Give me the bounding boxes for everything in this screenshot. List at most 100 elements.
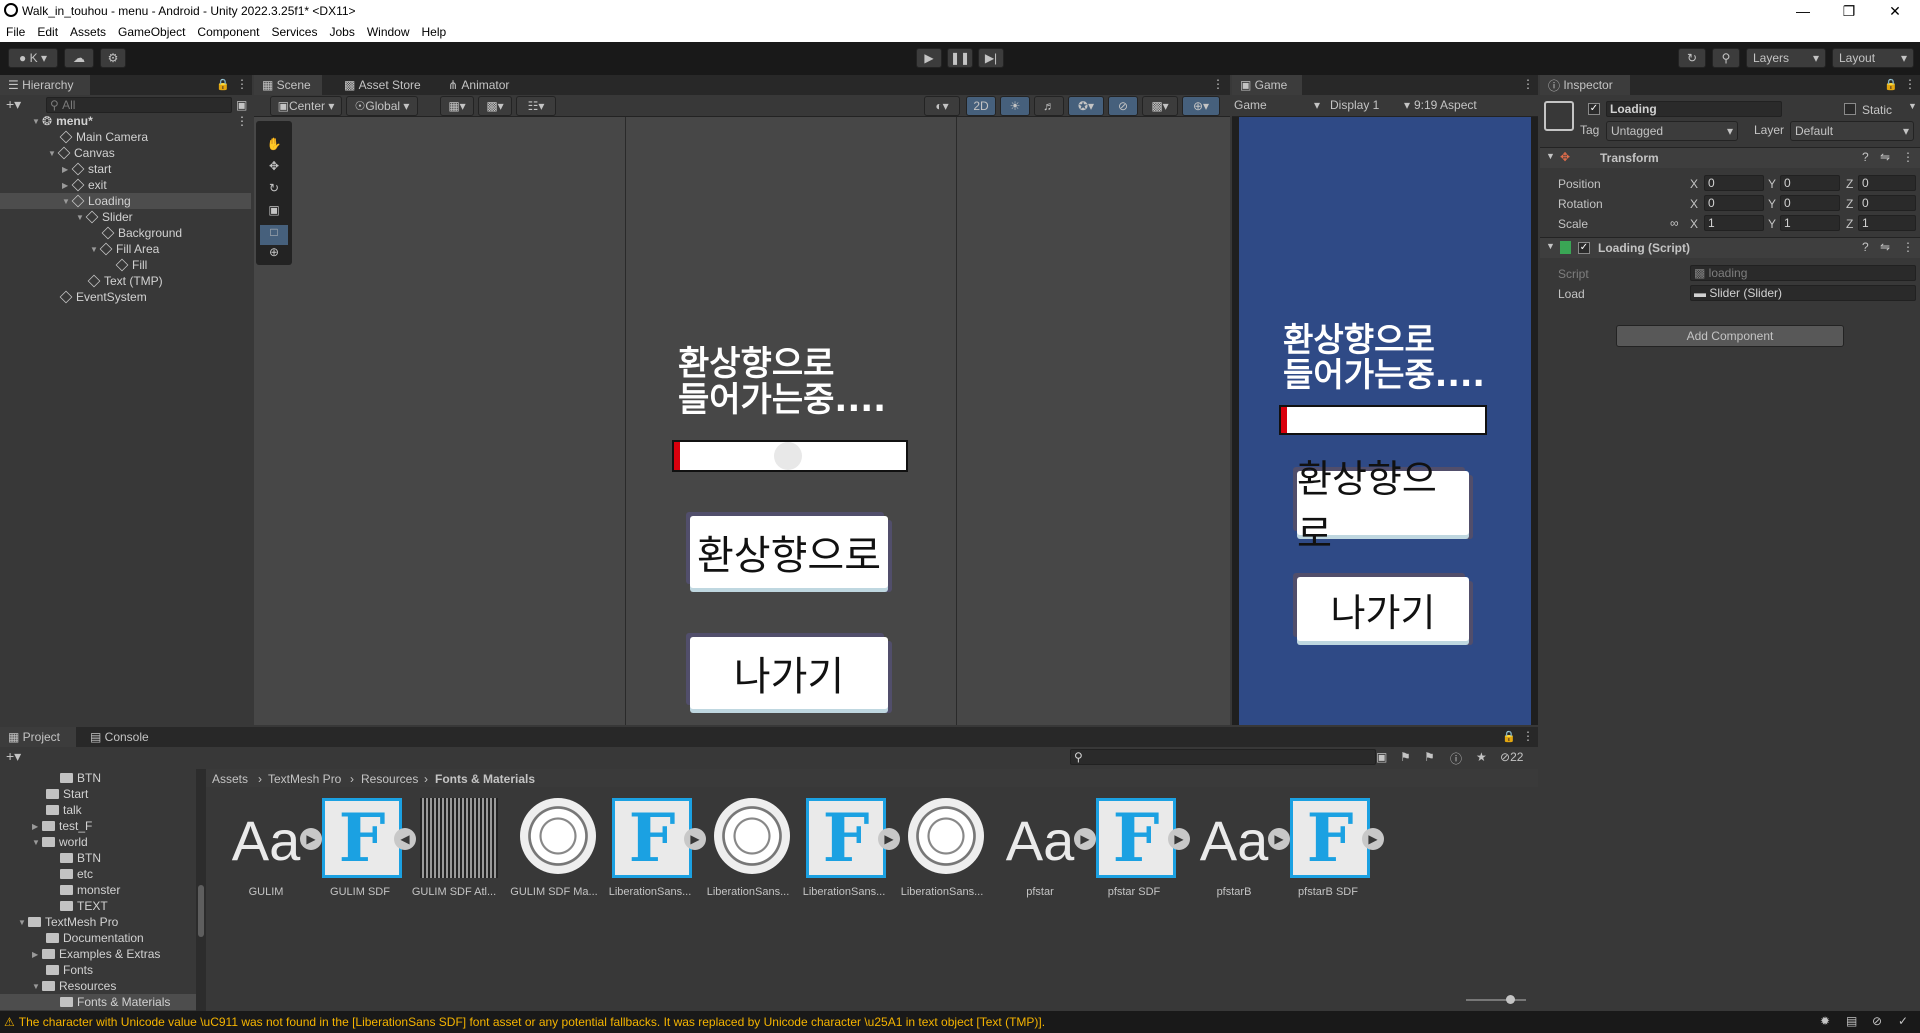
fold-arrow-icon[interactable]: ▼ [90,245,100,254]
display-dropdown[interactable]: Display 1 ▾ [1330,98,1410,112]
tree-scrollbar[interactable] [196,769,206,1011]
scale-x-field[interactable]: 1 [1704,215,1764,231]
tree-item-text[interactable]: TEXT [60,898,108,914]
fold-arrow-icon[interactable]: ▼ [62,197,72,206]
rotate-tool-icon[interactable]: ↻ [260,181,288,201]
transform-header[interactable]: ▼ ✥ Transform ? ⇋ ⋮ [1540,148,1920,168]
help-icon[interactable]: ? [1862,150,1869,164]
icon-size-slider[interactable] [1466,999,1526,1001]
progress-check-icon[interactable]: ✓ [1898,1014,1908,1028]
kebab-menu-icon[interactable]: ⋮ [236,114,248,128]
lock-icon[interactable]: 🔒 [216,78,230,91]
menu-assets[interactable]: Assets [64,25,112,39]
hierarchy-item-exit[interactable]: ▶ exit [0,177,251,193]
kebab-menu-icon[interactable]: ⋮ [1522,729,1534,743]
layout-dropdown[interactable]: Layout ▾ [1832,48,1914,68]
mode-2d-button[interactable]: 2D [966,96,996,116]
tree-item-monster[interactable]: monster [60,882,120,898]
hand-tool-icon[interactable]: ✋ [260,137,288,157]
grid-snap-icon[interactable]: ▦▾ [440,96,474,116]
menu-gameobject[interactable]: GameObject [112,25,191,39]
fold-arrow-icon[interactable]: ▼ [76,213,86,222]
layer-dropdown[interactable]: Default ▾ [1790,121,1914,141]
expand-arrow-icon[interactable]: ▶ [878,828,900,850]
kebab-menu-icon[interactable]: ⋮ [1902,240,1914,254]
status-bar[interactable]: ⚠ The character with Unicode value \uC91… [0,1011,1920,1033]
link-icon[interactable]: ∞ [1670,216,1679,230]
scene-view[interactable]: 환상향으로 들어가는중.... 환상향으로 나가기 [254,117,1230,725]
fold-arrow-icon[interactable]: ▼ [32,117,42,126]
tree-item-fonts[interactable]: Fonts [46,962,93,978]
audio-icon[interactable]: ♬ [1034,96,1064,116]
rect-tool-icon[interactable]: □ [260,225,288,245]
game-start-button[interactable]: 환상향으로 [1297,457,1469,556]
move-tool-icon[interactable]: ✥ [260,159,288,179]
position-x-field[interactable]: 0 [1704,175,1764,191]
chevron-down-icon[interactable]: ▼ [1908,101,1917,111]
search-by-label-icon[interactable]: ⚑ [1400,750,1411,764]
rotation-z-field[interactable]: 0 [1858,195,1916,211]
step-button[interactable]: ▶| [978,48,1004,68]
fold-arrow-icon[interactable]: ▼ [1546,241,1555,251]
hierarchy-item-text-tmp[interactable]: Text (TMP) [0,273,251,289]
add-icon[interactable]: +▾ [6,96,21,113]
tab-animator[interactable]: ⋔ Animator [440,75,517,95]
gizmos-icon[interactable]: ⊕▾ [1182,96,1220,116]
scale-y-field[interactable]: 1 [1780,215,1840,231]
cloud-icon[interactable]: ☁ [64,48,94,68]
hierarchy-item-loading[interactable]: ▼ Loading [0,193,251,209]
menu-component[interactable]: Component [191,25,265,39]
position-y-field[interactable]: 0 [1780,175,1840,191]
hidden-objects-icon[interactable]: ⊘ [1108,96,1138,116]
tab-game[interactable]: ▣ Game [1232,75,1302,95]
network-icon[interactable]: ⊘ [1872,1014,1882,1028]
add-component-button[interactable]: Add Component [1616,325,1844,347]
game-exit-button[interactable]: 나가기 [1297,577,1469,641]
favorite-star-icon[interactable]: ★ [1476,750,1487,764]
tree-item-world-btn[interactable]: BTN [60,850,101,866]
breadcrumb-assets[interactable]: Assets [212,772,248,786]
menu-edit[interactable]: Edit [31,25,64,39]
close-icon[interactable]: ✕ [1872,0,1918,22]
project-search-input[interactable]: ⚲ [1070,749,1376,765]
fold-arrow-icon[interactable]: ▼ [1546,151,1555,161]
tree-item-resources[interactable]: ▼ Resources [32,978,116,994]
object-name-field[interactable]: Loading [1606,101,1782,117]
preset-icon[interactable]: ⇋ [1880,150,1890,164]
expand-arrow-icon[interactable]: ▶ [1362,828,1384,850]
hidden-packages-icon[interactable]: ⊘22 [1500,750,1523,764]
space-dropdown[interactable]: ☉ Global ▾ [346,96,418,116]
kebab-menu-icon[interactable]: ⋮ [1902,150,1914,164]
fold-arrow-icon[interactable]: ▼ [32,838,42,847]
load-field[interactable]: ▬ Slider (Slider) [1690,285,1916,301]
debug-icon[interactable]: ✹ [1820,1014,1830,1028]
tab-console[interactable]: ▤ Console [82,727,157,747]
menu-file[interactable]: File [0,25,31,39]
info-icon[interactable]: ⓘ [1450,750,1462,767]
pause-button[interactable]: ❚❚ [947,48,973,68]
game-mode-dropdown[interactable]: Game ▾ [1234,98,1320,112]
active-checkbox[interactable]: ✓ [1588,103,1600,115]
hierarchy-item-canvas[interactable]: ▼ Canvas [0,145,251,161]
expand-arrow-icon[interactable]: ▶ [1074,828,1096,850]
scene-visibility-icon[interactable]: ▣ [236,98,247,112]
hierarchy-item-main-camera[interactable]: Main Camera [0,129,251,145]
menu-jobs[interactable]: Jobs [323,25,360,39]
hierarchy-item-start[interactable]: ▶ start [0,161,251,177]
tab-hierarchy[interactable]: ☰ Hierarchy [0,75,90,95]
hierarchy-item-menu[interactable]: ▼ ❂ menu* ⋮ [0,113,251,129]
tab-inspector[interactable]: ⓘ Inspector [1540,75,1630,95]
layers-dropdown[interactable]: Layers ▾ [1746,48,1826,68]
menu-window[interactable]: Window [361,25,416,39]
kebab-menu-icon[interactable]: ⋮ [1212,77,1224,91]
expand-arrow-icon[interactable]: ▶ [300,828,322,850]
transform-tool-icon[interactable]: ⊕ [260,245,288,263]
tree-item-fonts-materials[interactable]: Fonts & Materials [0,994,196,1010]
tree-item-talk[interactable]: talk [46,802,82,818]
kebab-menu-icon[interactable]: ⋮ [236,77,248,91]
expand-arrow-icon[interactable]: ▶ [684,828,706,850]
tab-project[interactable]: ▦ Project [0,727,76,747]
search-by-type-icon[interactable]: ▣ [1376,750,1387,764]
expand-arrow-icon[interactable]: ▶ [1268,828,1290,850]
breadcrumb-fonts-materials[interactable]: Fonts & Materials [435,772,535,786]
